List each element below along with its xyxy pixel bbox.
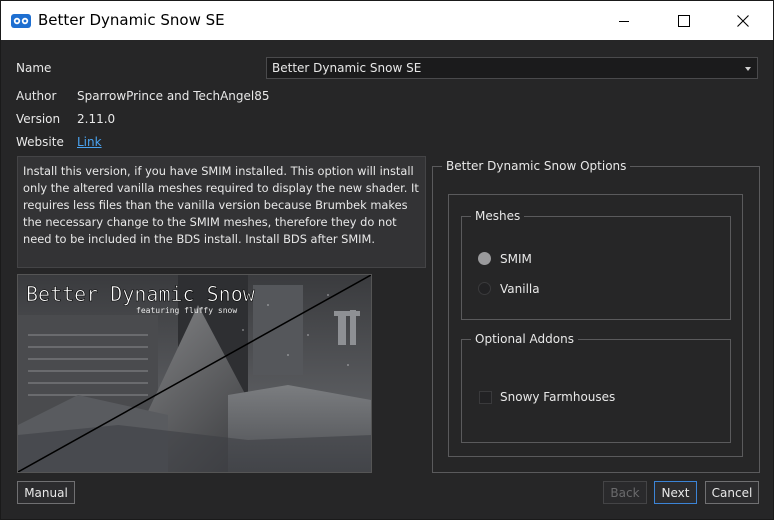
manual-button[interactable]: Manual [17,481,75,504]
maximize-icon [678,14,690,27]
description-box: Install this version, if you have SMIM i… [17,156,426,268]
window-title: Better Dynamic Snow SE [38,11,225,29]
next-button[interactable]: Next [654,481,697,504]
meshes-group [461,216,731,320]
meshes-group-title: Meshes [471,209,525,223]
app-logo-icon [11,13,31,28]
installer-window: Better Dynamic Snow SE Name Better Dynam… [0,0,774,520]
title-bar[interactable]: Better Dynamic Snow SE [1,1,773,40]
maximize-button[interactable] [661,1,707,40]
name-select-value: Better Dynamic Snow SE [272,61,422,75]
vanilla-radio-button[interactable] [478,282,491,295]
preview-image: Better Dynamic Snow featuring fluffy sno… [17,274,372,473]
author-value: SparrowPrince and TechAngel85 [77,89,270,103]
vanilla-label: Vanilla [500,282,540,296]
website-label: Website [16,135,64,149]
version-value: 2.11.0 [77,112,116,126]
addons-group-title: Optional Addons [471,332,578,346]
version-label: Version [16,112,61,126]
options-group-title: Better Dynamic Snow Options [442,159,631,173]
website-link[interactable]: Link [77,135,102,149]
preview-title: Better Dynamic Snow [26,282,256,306]
back-button[interactable]: Back [603,481,647,504]
snowy-farmhouses-checkbox[interactable] [479,391,492,404]
smim-radio-button[interactable] [478,252,491,265]
chevron-down-icon [745,67,751,71]
smim-label: SMIM [500,252,532,266]
close-button[interactable] [720,1,766,40]
author-label: Author [16,89,57,103]
minimize-button[interactable] [601,1,647,40]
name-select[interactable]: Better Dynamic Snow SE [266,57,758,79]
name-label: Name [16,61,52,75]
snowy-farmhouses-label: Snowy Farmhouses [500,390,616,404]
close-icon [737,14,749,27]
minimize-icon [619,20,629,22]
preview-subtitle: featuring fluffy snow [136,306,237,315]
cancel-button[interactable]: Cancel [705,481,759,504]
